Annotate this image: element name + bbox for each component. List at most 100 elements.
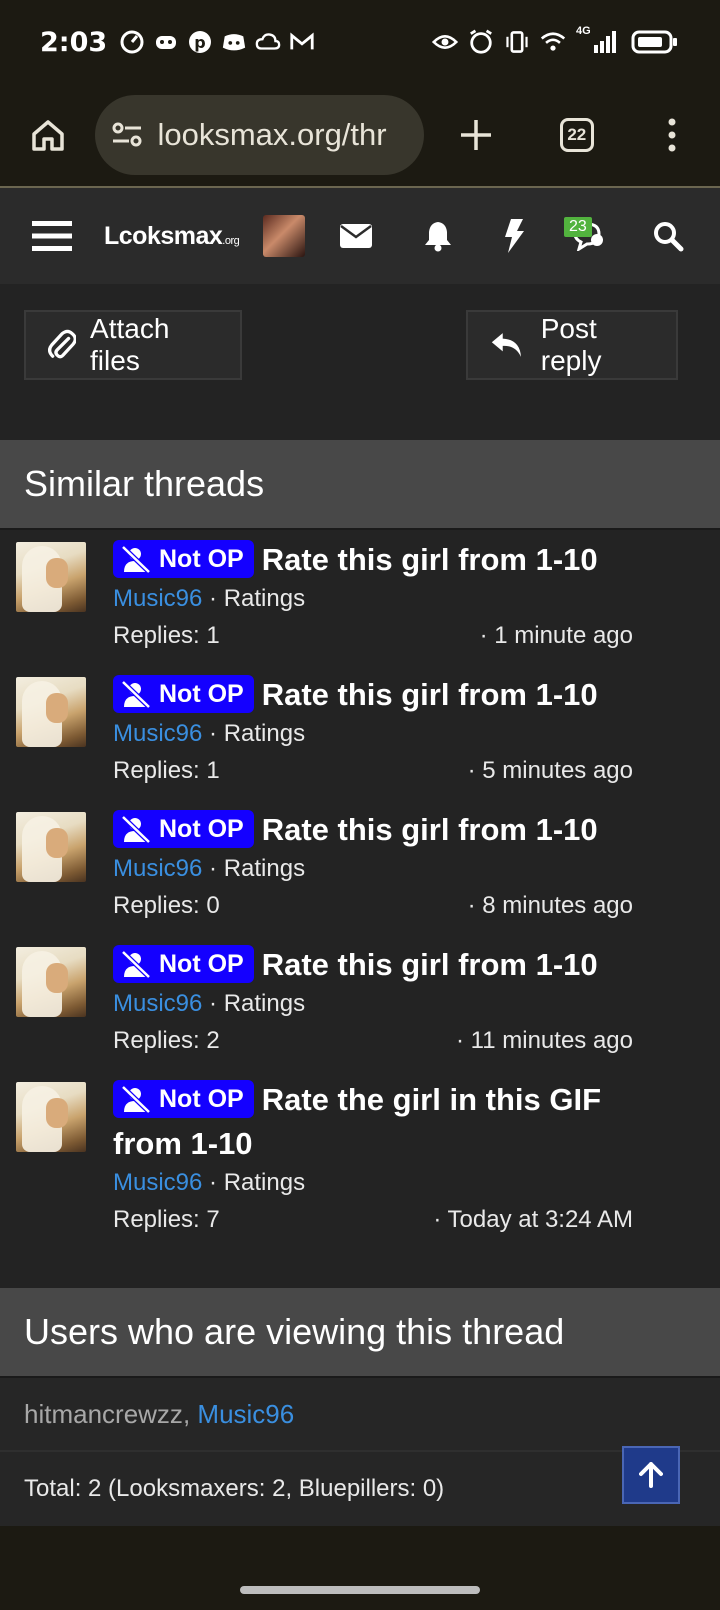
thread-forum[interactable]: Ratings: [224, 855, 305, 882]
thread-item[interactable]: Not OP Rate this girl from 1-10 Music96 …: [0, 665, 720, 800]
viewer-username[interactable]: Music96: [197, 1399, 294, 1430]
user-slash-icon: [121, 680, 151, 708]
thread-time: 1 minute ago: [494, 622, 633, 649]
new-tab-button[interactable]: [424, 84, 529, 186]
home-icon: [31, 120, 64, 151]
thread-forum[interactable]: Ratings: [224, 720, 305, 747]
status-bar: 2:03 p 4G: [0, 0, 720, 84]
badge-text: Not OP: [159, 544, 244, 573]
browser-toolbar: looksmax.org/thr 22: [0, 84, 720, 186]
user-slash-icon: [121, 1085, 151, 1113]
thread-forum[interactable]: Ratings: [224, 585, 305, 612]
status-time: 2:03: [40, 26, 108, 58]
search-button[interactable]: [628, 220, 708, 252]
lightning-bolt-icon: [505, 219, 524, 253]
svg-text:p: p: [194, 33, 205, 52]
url-text: looksmax.org/thr: [157, 117, 387, 152]
post-reply-label: Post reply: [540, 313, 602, 376]
thread-title[interactable]: Rate this girl from 1-10: [262, 677, 598, 712]
paperclip-icon: [48, 329, 77, 359]
user-slash-icon: [121, 950, 151, 978]
pinterest-icon: p: [187, 29, 213, 55]
browser-menu-button[interactable]: [625, 84, 720, 186]
chat-count-badge: 23: [564, 217, 592, 237]
network-type: 4G: [576, 25, 591, 37]
badge-text: Not OP: [159, 1084, 244, 1113]
thread-author[interactable]: Music96: [113, 585, 202, 612]
chat-button[interactable]: 23: [552, 217, 628, 251]
home-button[interactable]: [0, 84, 95, 186]
viewer-username[interactable]: hitmancrewzz: [24, 1399, 183, 1430]
thread-avatar[interactable]: [16, 947, 86, 1017]
discord-icon: [221, 29, 247, 55]
system-icons: 4G: [432, 25, 680, 55]
alarm-icon: [468, 29, 494, 55]
hamburger-menu-button[interactable]: [0, 219, 104, 253]
vibrate-icon: [504, 29, 530, 55]
site-logo[interactable]: Lcoksmax.org: [104, 222, 256, 251]
thread-title[interactable]: Rate this girl from 1-10: [262, 947, 598, 982]
thread-title[interactable]: Rate this girl from 1-10: [262, 812, 598, 847]
thread-time: 8 minutes ago: [482, 892, 633, 919]
hamburger-icon: [32, 221, 72, 251]
inbox-button[interactable]: [312, 224, 400, 248]
address-bar[interactable]: looksmax.org/thr: [95, 95, 424, 175]
similar-threads-list: Not OP Rate this girl from 1-10 Music96 …: [0, 530, 720, 1322]
thread-item[interactable]: Not OP Rate this girl from 1-10 Music96 …: [0, 800, 720, 935]
gesture-handle[interactable]: [240, 1586, 480, 1594]
avatar: [263, 215, 305, 257]
reply-actions: Attach files Post reply: [0, 284, 720, 440]
bell-icon: [425, 222, 451, 252]
thread-replies: Replies: 2: [113, 1027, 220, 1054]
thread-author[interactable]: Music96: [113, 990, 202, 1017]
thread-avatar[interactable]: [16, 812, 86, 882]
thread-author[interactable]: Music96: [113, 1169, 202, 1196]
tab-count: 22: [559, 118, 594, 152]
user-slash-icon: [121, 545, 151, 573]
battery-icon: [630, 29, 680, 55]
eye-icon: [432, 29, 458, 55]
post-reply-button[interactable]: Post reply: [466, 310, 678, 380]
thread-item[interactable]: Not OP Rate the girl in this GIF from 1-…: [0, 1070, 720, 1250]
thread-avatar[interactable]: [16, 1082, 86, 1152]
tab-switcher-button[interactable]: 22: [529, 84, 624, 186]
user-avatar-button[interactable]: [256, 215, 312, 257]
gmail-icon: [289, 29, 315, 55]
thread-replies: Replies: 1: [113, 622, 220, 649]
not-op-badge: Not OP: [113, 539, 254, 578]
scroll-to-top-button[interactable]: [622, 1446, 680, 1504]
thread-avatar[interactable]: [16, 677, 86, 747]
thread-author[interactable]: Music96: [113, 855, 202, 882]
logo-suffix: .org: [222, 234, 240, 247]
thread-title[interactable]: Rate this girl from 1-10: [262, 542, 598, 577]
wifi-icon: [540, 29, 566, 55]
speedometer-icon: [119, 29, 145, 55]
thread-time: 11 minutes ago: [470, 1027, 633, 1054]
viewers-list: hitmancrewzz, Music96: [0, 1378, 720, 1452]
alerts-button[interactable]: [400, 220, 476, 252]
logo-text: Lcoksmax: [104, 221, 223, 250]
badge-text: Not OP: [159, 949, 244, 978]
thread-forum[interactable]: Ratings: [224, 1169, 305, 1196]
attach-files-button[interactable]: Attach files: [24, 310, 242, 380]
reply-arrow-icon: [491, 333, 521, 357]
badge-text: Not OP: [159, 814, 244, 843]
users-viewing-heading: Users who are viewing this thread: [0, 1288, 720, 1378]
cloud-icon: [255, 29, 281, 55]
arrow-up-icon: [639, 1462, 663, 1488]
thread-avatar[interactable]: [16, 542, 86, 612]
envelope-icon: [340, 224, 372, 248]
whats-new-button[interactable]: [476, 219, 552, 253]
similar-threads-heading: Similar threads: [0, 440, 720, 530]
not-op-badge: Not OP: [113, 1079, 254, 1118]
attach-files-label: Attach files: [90, 313, 170, 376]
thread-item[interactable]: Not OP Rate this girl from 1-10 Music96 …: [0, 530, 720, 665]
thread-author[interactable]: Music96: [113, 720, 202, 747]
search-icon: [654, 222, 684, 252]
viewers-total: Total: 2 (Looksmaxers: 2, Bluepillers: 0…: [0, 1452, 720, 1526]
site-settings-icon[interactable]: [111, 121, 143, 149]
game-controller-icon: [153, 29, 179, 55]
notification-icons: p: [119, 29, 315, 55]
thread-forum[interactable]: Ratings: [224, 990, 305, 1017]
thread-item[interactable]: Not OP Rate this girl from 1-10 Music96 …: [0, 935, 720, 1070]
